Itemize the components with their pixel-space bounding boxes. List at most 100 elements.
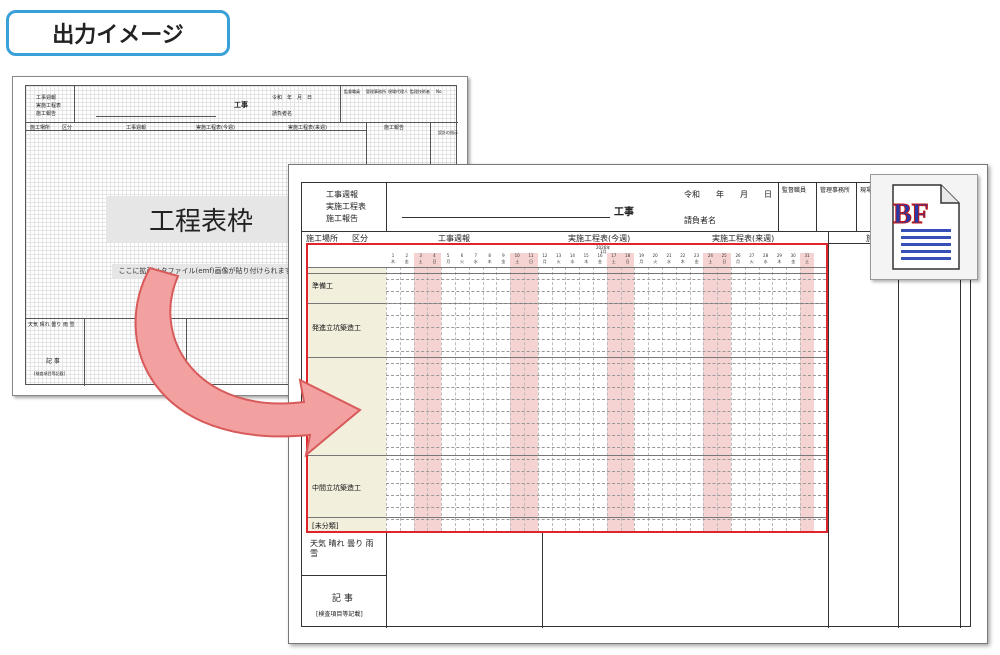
template-date: 令和 年 月 日 xyxy=(272,95,313,101)
weekend-band xyxy=(510,253,524,531)
schedule-frame-placeholder: 工程表枠 xyxy=(106,196,296,242)
day-label: 22 xyxy=(680,253,686,258)
day-label: 1 xyxy=(391,253,395,258)
output-image-badge: 出力イメージ xyxy=(6,10,230,56)
weekday-label: 月 xyxy=(446,259,451,264)
weather-7: 雨 xyxy=(365,539,374,548)
day-label: 29 xyxy=(776,253,782,258)
weekday-label: 月 xyxy=(639,259,644,264)
divider xyxy=(402,217,610,218)
gantt-row-line xyxy=(308,531,826,532)
gantt-dash-line xyxy=(386,303,826,304)
template-stamp-5: No. xyxy=(436,89,443,94)
day-label: 16 xyxy=(597,253,603,258)
weekday-label: 水 xyxy=(763,259,768,264)
weekday-label: 木 xyxy=(391,259,395,264)
weekday-label: 土 xyxy=(805,259,809,264)
weather-4: れ xyxy=(336,539,345,548)
weekend-band xyxy=(606,253,621,531)
day-label: 6 xyxy=(460,253,464,258)
weekday-label: 火 xyxy=(460,259,464,264)
day-label: 27 xyxy=(749,253,755,258)
day-label: 4 xyxy=(433,253,436,258)
weekday-label: 金 xyxy=(404,259,409,264)
weekend-band xyxy=(427,253,442,531)
day-label: 12 xyxy=(542,253,548,258)
gantt-dash-line xyxy=(386,375,826,376)
weather-5: 曇 xyxy=(347,539,356,548)
weekday-label: 水 xyxy=(667,259,671,264)
divider xyxy=(856,183,857,231)
output-notes-label: 記 事 xyxy=(332,594,353,604)
day-label: 19 xyxy=(638,253,644,258)
divider xyxy=(96,116,216,117)
day-label: 15 xyxy=(583,253,589,258)
bf-letters: BF xyxy=(893,199,929,230)
day-label: 21 xyxy=(666,253,672,258)
weekend-band xyxy=(717,253,731,531)
weather-8: 雪 xyxy=(310,549,318,558)
output-weather: 天気 晴れ 曇り 雨 雪 xyxy=(310,539,380,559)
divider xyxy=(816,183,817,231)
weekend-band xyxy=(800,253,814,531)
template-title-2: 実施工程表 xyxy=(36,103,62,109)
day-label: 5 xyxy=(446,253,450,258)
divider xyxy=(386,533,387,628)
gantt-dash-line xyxy=(386,519,826,520)
gantt-dash-line xyxy=(386,447,826,448)
weather-3: 曇り xyxy=(51,322,62,328)
weekday-label: 土 xyxy=(708,259,713,264)
gantt-dash-line xyxy=(386,483,826,484)
day-label: 11 xyxy=(528,253,534,258)
day-label: 8 xyxy=(488,253,491,258)
weather-1: 天気 xyxy=(28,322,39,328)
gantt-dash-line xyxy=(386,399,826,400)
template-weather: 天気 晴れ 曇り 雨 雪 xyxy=(28,322,78,328)
day-label: 30 xyxy=(790,253,796,258)
weekday-label: 金 xyxy=(791,259,796,264)
gantt-dash-line xyxy=(386,291,826,292)
day-label: 17 xyxy=(611,253,617,258)
day-label: 23 xyxy=(694,253,700,258)
gantt-dash-line xyxy=(386,315,826,316)
badge-label: 出力イメージ xyxy=(52,23,184,48)
output-notes-sub: [検査項目等記載] xyxy=(316,611,363,618)
day-label: 14 xyxy=(569,253,575,258)
weekend-band xyxy=(703,253,718,531)
weekday-label: 日 xyxy=(625,259,630,264)
weather-6: り xyxy=(355,539,364,548)
gantt-row-line xyxy=(308,267,826,268)
weekday-label: 木 xyxy=(487,259,492,264)
gantt-dash-line xyxy=(386,387,826,388)
template-notes-sub: [検査項目等記載] xyxy=(34,371,66,376)
curved-arrow-icon xyxy=(134,266,362,458)
template-title-1: 工事週報 xyxy=(36,95,57,101)
gantt-dash-line xyxy=(386,351,826,352)
output-stamp-2: 管理事務所 xyxy=(820,187,851,194)
weather-2: 晴れ xyxy=(39,322,50,328)
divider xyxy=(84,318,85,386)
weather-1: 天 xyxy=(310,539,318,548)
weather-4: 雨 xyxy=(62,322,68,328)
weekday-label: 土 xyxy=(611,259,616,264)
template-notes-label: 記 事 xyxy=(46,358,60,365)
weekday-label: 金 xyxy=(598,259,602,264)
divider xyxy=(542,533,543,628)
day-label: 7 xyxy=(474,253,478,258)
divider xyxy=(778,183,779,231)
output-title-2: 実施工程表 xyxy=(326,202,366,211)
weather-2: 気 xyxy=(318,539,326,548)
weekday-label: 火 xyxy=(653,259,658,264)
gantt-dash-line xyxy=(386,435,826,436)
template-stamp-2: 管理事務所 xyxy=(366,89,386,94)
divider xyxy=(898,231,899,628)
template-stamp-3: 現場代理人 xyxy=(388,89,408,94)
day-label: 2 xyxy=(405,253,409,258)
day-label: 13 xyxy=(556,253,562,258)
gantt-dash-line xyxy=(386,495,826,496)
weekday-label: 日 xyxy=(432,259,437,264)
divider xyxy=(960,231,961,628)
weekday-label: 月 xyxy=(736,259,740,264)
weekday-label: 火 xyxy=(749,259,754,264)
gantt-dash-line xyxy=(386,423,826,424)
